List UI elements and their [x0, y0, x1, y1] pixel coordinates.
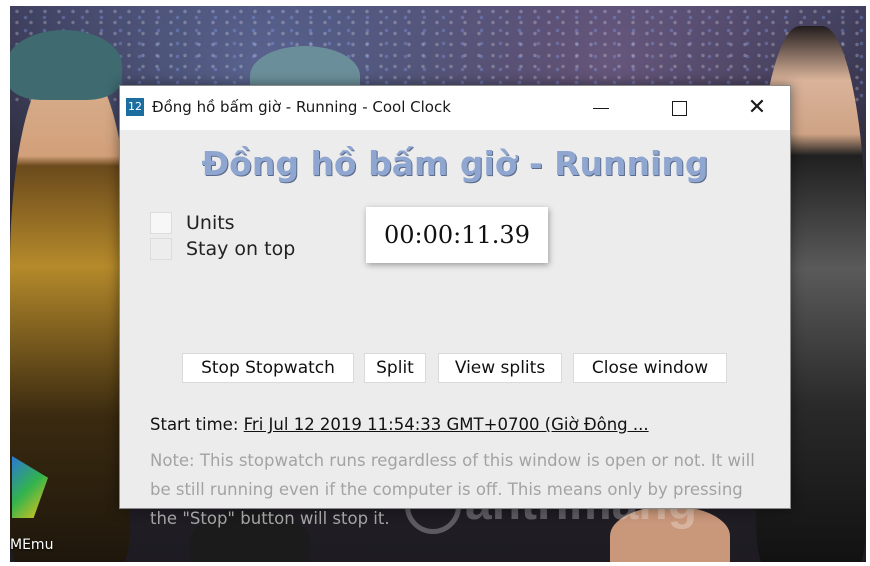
stay-on-top-label: Stay on top: [186, 238, 296, 260]
title-bar[interactable]: 12 Đồng hồ bấm giờ - Running - Cool Cloc…: [120, 86, 790, 130]
window-title: Đồng hồ bấm giờ - Running - Cool Clock: [152, 98, 451, 116]
view-splits-button[interactable]: View splits: [438, 353, 562, 383]
desktop-shortcut-memu[interactable]: MEmu: [10, 456, 70, 556]
units-label: Units: [186, 212, 235, 234]
desktop-shortcut-label: MEmu: [10, 537, 54, 553]
stay-on-top-checkbox[interactable]: [150, 238, 172, 260]
elapsed-time-display: 00:00:11.39: [366, 207, 548, 263]
split-button[interactable]: Split: [364, 353, 426, 383]
memu-icon: [12, 456, 48, 518]
close-icon: ✕: [747, 95, 767, 120]
wallpaper-hair: [10, 30, 122, 100]
clock-app-icon[interactable]: 12: [126, 98, 144, 116]
cool-clock-window: 12 Đồng hồ bấm giờ - Running - Cool Cloc…: [119, 85, 791, 528]
close-button[interactable]: ✕: [728, 86, 786, 130]
close-window-button[interactable]: Close window: [573, 353, 727, 383]
units-checkbox[interactable]: [150, 212, 172, 234]
start-time-label: Start time:: [150, 415, 239, 434]
stop-stopwatch-button[interactable]: Stop Stopwatch: [182, 353, 354, 383]
minimize-icon: [593, 107, 609, 109]
minimize-button[interactable]: [572, 86, 630, 130]
units-option[interactable]: Units: [150, 212, 235, 234]
window-content: Đồng hồ bấm giờ - Running Units Stay on …: [120, 130, 790, 528]
start-time-value[interactable]: Fri Jul 12 2019 11:54:33 GMT+0700 (Giờ Đ…: [244, 415, 649, 434]
stopwatch-note: Note: This stopwatch runs regardless of …: [150, 451, 755, 528]
maximize-button[interactable]: [650, 86, 708, 130]
maximize-icon: [671, 100, 687, 116]
start-time-row: Start time: Fri Jul 12 2019 11:54:33 GMT…: [150, 415, 760, 434]
page-title: Đồng hồ bấm giờ - Running: [201, 144, 709, 183]
stay-on-top-option[interactable]: Stay on top: [150, 238, 295, 260]
